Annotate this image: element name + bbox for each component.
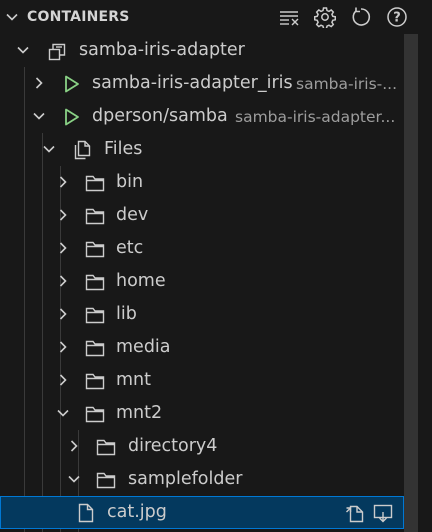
tree-item-container[interactable]: samba-iris-adapter_iris samba-iris-... <box>0 67 404 100</box>
tree-item-folder[interactable]: directory4 <box>0 430 404 463</box>
containers-section-header[interactable]: CONTAINERS ? <box>0 0 432 34</box>
svg-text:?: ? <box>393 11 401 26</box>
files-icon <box>74 140 91 160</box>
gear-icon[interactable] <box>314 6 336 28</box>
chevron-right-icon <box>59 275 67 287</box>
refresh-icon[interactable] <box>350 6 372 28</box>
chevron-down-icon <box>43 145 55 153</box>
tree-item-folder[interactable]: samplefolder <box>0 463 404 496</box>
tree-item-folder[interactable]: media <box>0 331 404 364</box>
folder-label: bin <box>116 172 144 192</box>
tree-item-folder[interactable]: dev <box>0 199 404 232</box>
folder-icon <box>85 241 105 258</box>
folder-icon <box>85 175 105 192</box>
tree-item-files[interactable]: Files <box>0 133 404 166</box>
folder-icon <box>85 406 105 423</box>
tree-item-folder[interactable]: bin <box>0 166 404 199</box>
folder-label: media <box>116 337 171 357</box>
open-file-icon[interactable] <box>344 502 366 524</box>
tree-item-container[interactable]: dperson/samba samba-iris-adapter... <box>0 100 404 133</box>
folder-icon <box>96 439 116 456</box>
chevron-down-icon <box>57 409 69 417</box>
folder-label: dev <box>116 205 149 225</box>
folder-icon <box>85 274 105 291</box>
container-group-icon <box>48 43 66 61</box>
chevron-right-icon <box>59 308 67 320</box>
tree-item-folder[interactable]: lib <box>0 298 404 331</box>
tree-item-folder[interactable]: etc <box>0 232 404 265</box>
scrollbar-thumb[interactable] <box>404 34 418 532</box>
chevron-down-icon <box>68 475 80 483</box>
folder-label: mnt <box>116 370 151 390</box>
chevron-right-icon <box>35 77 43 89</box>
download-file-icon[interactable] <box>372 502 394 524</box>
container-name: samba-iris-adapter_iris <box>92 73 293 93</box>
folder-label: etc <box>116 238 144 258</box>
chevron-right-icon <box>70 440 78 452</box>
chevron-down-icon <box>33 112 45 120</box>
tree-item-group[interactable]: samba-iris-adapter <box>0 34 404 67</box>
running-play-icon <box>65 75 79 93</box>
chevron-right-icon <box>59 374 67 386</box>
folder-icon <box>85 307 105 324</box>
container-description: samba-iris-adapter... <box>235 108 396 126</box>
running-play-icon <box>65 108 79 126</box>
folder-label: samplefolder <box>128 469 243 489</box>
file-icon <box>78 503 94 523</box>
chevron-right-icon <box>59 176 67 188</box>
file-label: cat.jpg <box>107 502 167 522</box>
container-name: dperson/samba <box>92 106 228 126</box>
group-label: samba-iris-adapter <box>79 40 245 60</box>
tree-item-folder[interactable]: home <box>0 265 404 298</box>
section-title: CONTAINERS <box>27 9 130 25</box>
folder-icon <box>85 373 105 390</box>
folder-icon <box>85 340 105 357</box>
folder-label: home <box>116 271 166 291</box>
clear-list-icon[interactable] <box>278 6 300 28</box>
help-icon[interactable]: ? <box>386 6 408 28</box>
tree-item-folder[interactable]: mnt2 <box>0 397 404 430</box>
container-description: samba-iris-... <box>296 75 398 93</box>
folder-icon <box>96 472 116 489</box>
files-label: Files <box>104 139 143 159</box>
tree-item-file-selected[interactable]: cat.jpg <box>0 496 404 529</box>
chevron-right-icon <box>59 209 67 221</box>
chevron-down-icon <box>17 46 29 54</box>
chevron-right-icon <box>59 242 67 254</box>
chevron-right-icon <box>59 341 67 353</box>
tree-item-folder[interactable]: mnt <box>0 364 404 397</box>
folder-label: lib <box>116 304 137 324</box>
folder-label: directory4 <box>128 436 218 456</box>
folder-icon <box>85 208 105 225</box>
chevron-down-icon <box>6 13 18 21</box>
folder-label: mnt2 <box>116 403 163 423</box>
